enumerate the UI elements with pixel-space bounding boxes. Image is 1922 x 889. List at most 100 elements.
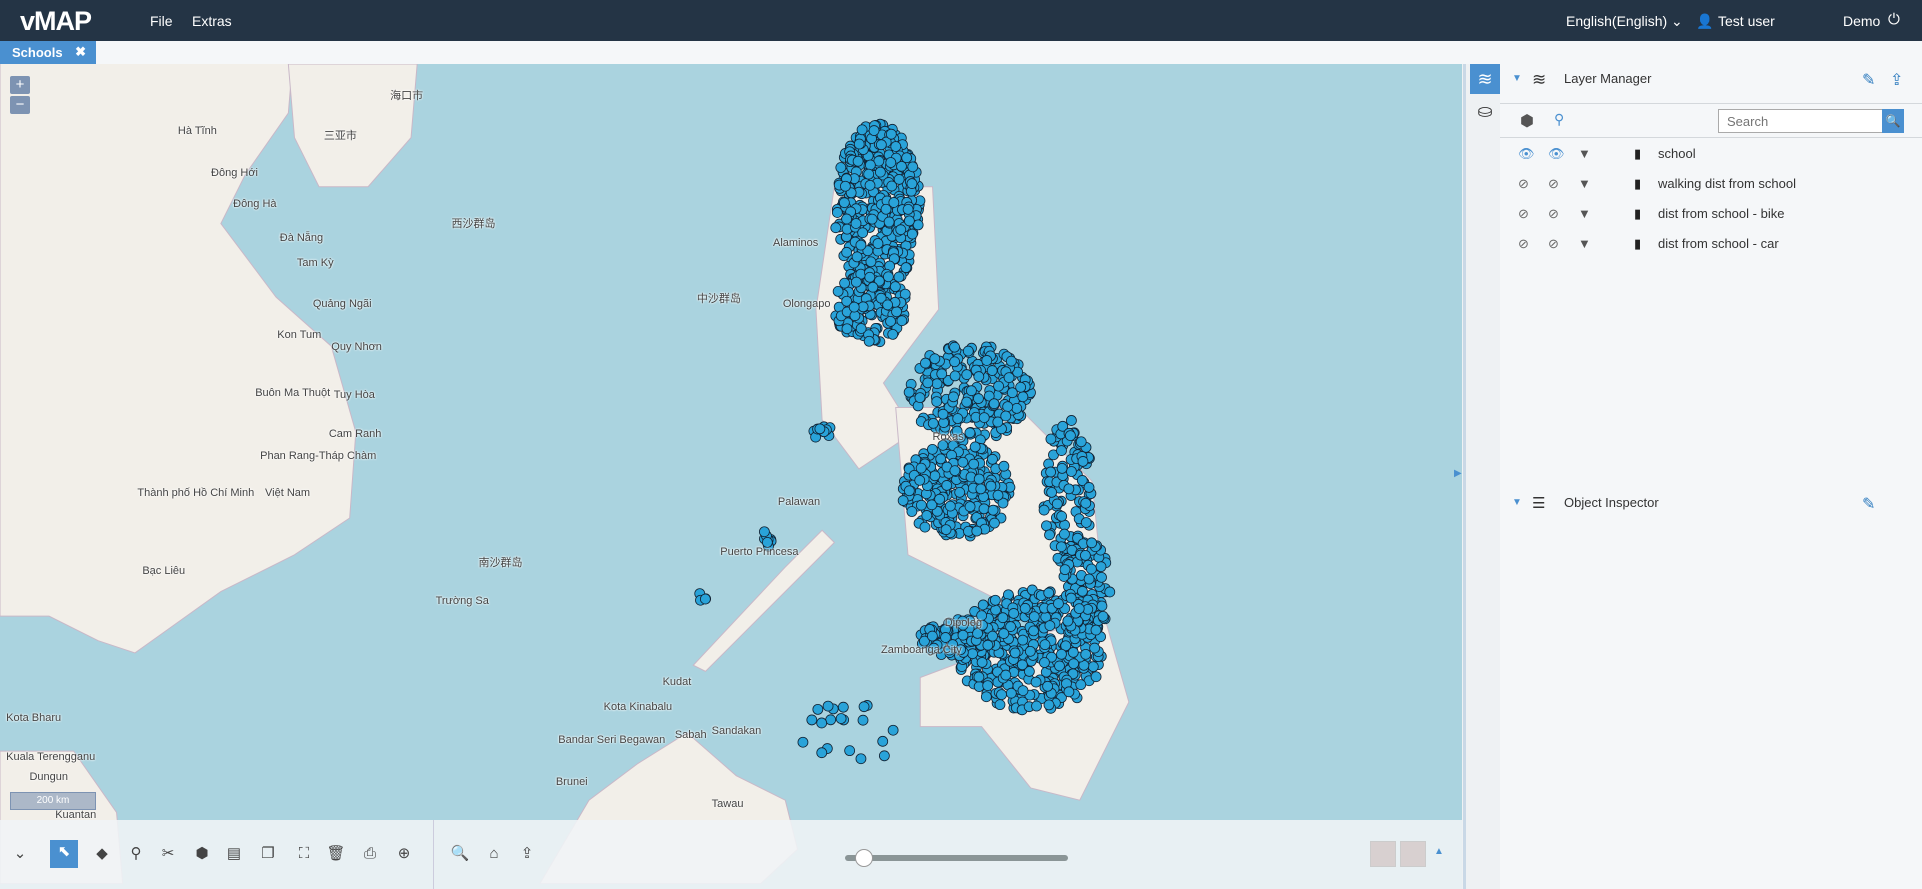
school-point[interactable] xyxy=(882,299,894,311)
school-point[interactable] xyxy=(857,714,869,726)
school-point[interactable] xyxy=(927,417,939,429)
school-point[interactable] xyxy=(852,155,864,167)
school-point[interactable] xyxy=(1075,436,1087,448)
school-point[interactable] xyxy=(993,380,1004,392)
school-point[interactable] xyxy=(1056,462,1068,474)
menu-file[interactable]: File xyxy=(150,13,173,29)
school-point[interactable] xyxy=(1086,563,1097,575)
eye-icon[interactable]: 👁 xyxy=(1518,146,1535,162)
measure-tool-icon[interactable]: ▤ xyxy=(222,842,246,866)
school-point[interactable] xyxy=(1019,602,1031,614)
school-point[interactable] xyxy=(1017,391,1029,403)
layer-row[interactable]: 👁 👁 ▼ ▮ school xyxy=(1510,140,1910,168)
school-point[interactable] xyxy=(844,745,856,757)
school-point[interactable] xyxy=(902,204,914,215)
school-point[interactable] xyxy=(832,285,844,297)
school-point[interactable] xyxy=(1056,510,1068,522)
school-point[interactable] xyxy=(1008,608,1020,619)
school-point[interactable] xyxy=(867,281,879,293)
school-point[interactable] xyxy=(906,506,918,517)
school-point[interactable] xyxy=(906,228,918,240)
school-point[interactable] xyxy=(851,251,863,263)
school-point[interactable] xyxy=(1083,573,1095,585)
school-point[interactable] xyxy=(949,370,961,382)
school-point[interactable] xyxy=(863,335,875,347)
school-point[interactable] xyxy=(835,713,847,724)
school-point[interactable] xyxy=(967,648,978,660)
school-point[interactable] xyxy=(875,139,887,151)
school-point[interactable] xyxy=(1075,679,1087,691)
school-point[interactable] xyxy=(978,412,990,423)
school-point[interactable] xyxy=(940,632,951,643)
school-point[interactable] xyxy=(866,213,878,225)
school-point[interactable] xyxy=(1002,589,1014,601)
school-point[interactable] xyxy=(936,368,948,380)
school-point[interactable] xyxy=(903,386,915,398)
eye-slash-icon[interactable]: ⊘ xyxy=(1518,236,1529,252)
school-point[interactable] xyxy=(973,671,985,683)
school-point[interactable] xyxy=(903,215,915,227)
school-point[interactable] xyxy=(931,396,943,408)
school-point[interactable] xyxy=(1044,620,1056,632)
school-point[interactable] xyxy=(944,500,956,512)
school-point[interactable] xyxy=(973,393,984,404)
school-point[interactable] xyxy=(864,271,876,283)
school-point[interactable] xyxy=(1097,610,1109,622)
school-point[interactable] xyxy=(1065,430,1076,441)
school-point[interactable] xyxy=(975,483,987,495)
school-point[interactable] xyxy=(1000,410,1012,422)
map-edit-tool-icon[interactable]: ⛶ xyxy=(292,842,316,866)
tab-schools[interactable]: Schools ✖ xyxy=(0,41,96,64)
school-point[interactable] xyxy=(926,630,938,642)
school-point[interactable] xyxy=(897,495,909,506)
school-point[interactable] xyxy=(1016,659,1028,671)
layer-name[interactable]: school xyxy=(1658,146,1696,161)
school-point[interactable] xyxy=(1073,603,1085,615)
layer-search-input[interactable] xyxy=(1718,109,1886,133)
school-point[interactable] xyxy=(812,703,824,715)
school-point[interactable] xyxy=(981,355,993,366)
print-tool-icon[interactable]: ⎙ xyxy=(358,842,382,866)
layers-icon[interactable]: ≋ xyxy=(1470,64,1500,94)
filter-icon[interactable]: ▼ xyxy=(1578,206,1591,221)
school-point[interactable] xyxy=(1066,415,1077,426)
filter-icon[interactable]: ▼ xyxy=(1578,236,1591,251)
school-point[interactable] xyxy=(885,157,897,168)
zoom-area-tool-icon[interactable]: ⊕ xyxy=(392,842,416,866)
school-point[interactable] xyxy=(857,301,869,313)
upload-icon[interactable]: ⇪ xyxy=(1890,70,1903,90)
school-point[interactable] xyxy=(868,125,880,136)
school-point[interactable] xyxy=(1083,482,1095,493)
school-point[interactable] xyxy=(921,510,933,521)
school-point[interactable] xyxy=(966,385,977,397)
eye-icon[interactable]: 👁 xyxy=(1548,146,1565,162)
school-point[interactable] xyxy=(969,441,981,453)
school-point[interactable] xyxy=(841,213,853,225)
school-point[interactable] xyxy=(882,271,894,283)
school-point[interactable] xyxy=(850,276,862,288)
eye-slash-icon[interactable]: ⊘ xyxy=(1548,206,1559,222)
school-point[interactable] xyxy=(1055,541,1067,553)
school-point[interactable] xyxy=(998,460,1010,472)
school-point[interactable] xyxy=(1003,372,1015,383)
draw-tool-icon[interactable]: ◆ xyxy=(90,842,114,866)
school-point[interactable] xyxy=(891,306,902,318)
school-point[interactable] xyxy=(855,323,867,334)
school-point[interactable] xyxy=(855,753,867,765)
school-point[interactable] xyxy=(1011,402,1023,414)
school-point[interactable] xyxy=(976,657,988,668)
school-point[interactable] xyxy=(961,369,973,380)
school-point[interactable] xyxy=(885,128,897,140)
school-point[interactable] xyxy=(914,474,926,486)
school-point[interactable] xyxy=(840,180,851,192)
school-point[interactable] xyxy=(1045,433,1057,445)
school-point[interactable] xyxy=(973,473,985,485)
school-point[interactable] xyxy=(901,152,913,164)
school-point[interactable] xyxy=(816,747,828,759)
school-point[interactable] xyxy=(857,227,869,239)
school-point[interactable] xyxy=(1051,498,1063,510)
layer-name[interactable]: dist from school - car xyxy=(1658,236,1779,251)
school-point[interactable] xyxy=(814,423,826,435)
school-point[interactable] xyxy=(865,256,877,268)
eye-slash-icon[interactable]: ⊘ xyxy=(1518,206,1529,222)
